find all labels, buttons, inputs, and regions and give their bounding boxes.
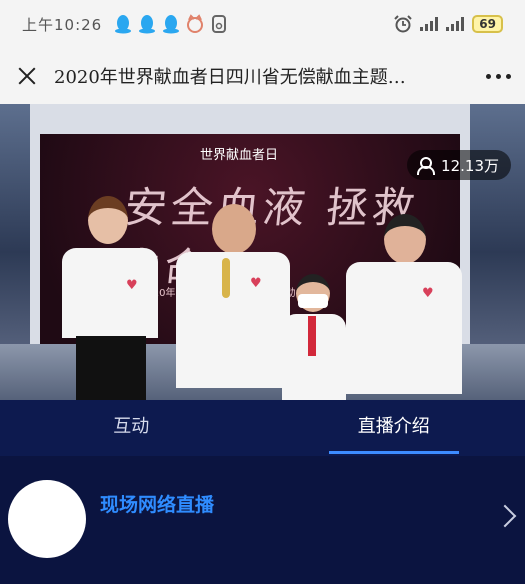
viewers-icon — [417, 157, 436, 175]
person-man-speaking: ♥ — [176, 204, 292, 400]
status-time: 上午10:26 — [22, 15, 103, 34]
channel-name[interactable]: 现场网络直播 — [100, 490, 214, 517]
more-icon[interactable] — [486, 73, 511, 79]
chevron-right-icon[interactable] — [497, 504, 513, 530]
person-woman-left: ♥ — [62, 196, 162, 400]
alarm-icon — [394, 15, 413, 33]
battery-icon: 69 — [472, 15, 503, 33]
qq-icon — [139, 15, 156, 34]
signal-4g-icon — [446, 17, 465, 31]
live-video-player[interactable]: 世界献血者日 安全血液 拯救生命 2020年世界…偿献血主题宣传活动 ♥ ♥ ♥… — [0, 104, 525, 400]
screen-logo: 世界献血者日 — [200, 148, 279, 163]
page-title: 2020年世界献血者日四川省无偿献血主题… — [54, 67, 406, 88]
signal-4g-icon — [420, 17, 439, 31]
nav-bar: 2020年世界献血者日四川省无偿献血主题… — [0, 48, 525, 104]
viewer-count-badge: 12.13万 — [407, 150, 511, 180]
status-left: 上午10:26 — [22, 14, 234, 35]
tab-interaction[interactable]: 互动 — [0, 400, 263, 456]
qq-icon — [163, 15, 180, 34]
channel-info[interactable]: 现场网络直播 — [0, 456, 525, 584]
viewer-count: 12.13万 — [441, 156, 499, 175]
qq-icon — [115, 15, 132, 34]
cat-icon — [187, 14, 204, 33]
person-woman-right: ♥ — [346, 214, 464, 400]
status-right: 69 — [394, 15, 503, 33]
tab-live-intro[interactable]: 直播介绍 — [263, 400, 525, 456]
tab-bar: 互动 直播介绍 — [0, 400, 525, 456]
status-bar: 上午10:26 69 — [0, 0, 525, 48]
avatar[interactable] — [8, 480, 86, 558]
phone-icon — [212, 15, 227, 33]
close-icon[interactable] — [14, 63, 40, 89]
person-child — [278, 274, 350, 400]
